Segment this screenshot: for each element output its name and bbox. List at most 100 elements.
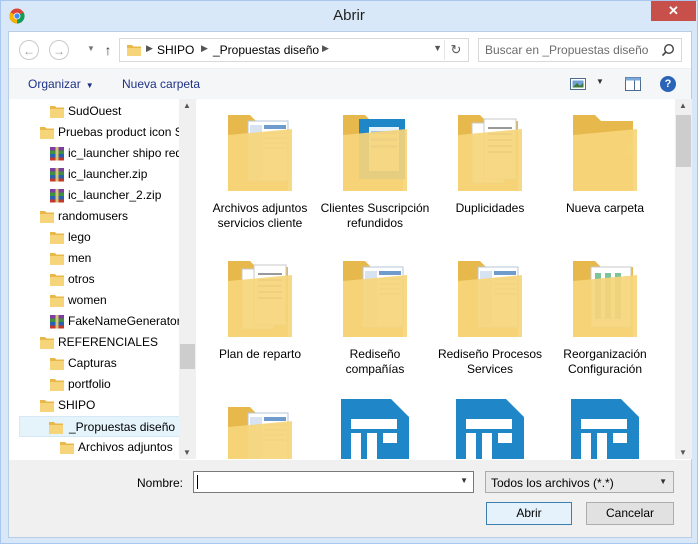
folder-icon: [454, 105, 526, 195]
file-item[interactable]: [320, 393, 430, 459]
title-bar[interactable]: Abrir ✕: [1, 1, 697, 31]
dialog-footer: Nombre: ▼ Todos los archivos (*.*) ▼ Abr…: [9, 460, 691, 537]
item-label: Plan de reparto: [218, 347, 302, 361]
tree-item[interactable]: FakeNameGenerator: [47, 311, 181, 332]
close-icon: ✕: [668, 3, 679, 18]
tree-item[interactable]: ic_launcher.zip: [47, 164, 179, 185]
tree-item[interactable]: randomusers: [37, 206, 179, 227]
file-list-scrollbar[interactable]: ▲ ▼: [675, 99, 692, 459]
chevron-down-icon: ▼: [85, 81, 94, 90]
navigation-bar: ← → ▼ ↑ ▶ SHIPO ▶ _Propuestas diseño ▶ ▼…: [9, 32, 691, 68]
folder-icon: [39, 209, 55, 224]
breadcrumb-separator-icon: ▶: [146, 43, 153, 53]
back-arrow-icon: ←: [23, 44, 35, 58]
new-folder-button[interactable]: Nueva carpeta: [122, 77, 200, 91]
file-name-combobox[interactable]: ▼: [193, 471, 474, 493]
item-label: Duplicidades: [455, 201, 525, 215]
preview-pane-icon[interactable]: [625, 76, 641, 92]
tree-scroll-thumb[interactable]: [180, 344, 195, 369]
close-button[interactable]: ✕: [651, 1, 696, 21]
tree-item[interactable]: _Propuestas diseño: [19, 416, 189, 437]
tree-item[interactable]: portfolio: [47, 374, 179, 395]
folder-icon: [569, 251, 641, 341]
scroll-up-icon[interactable]: ▲: [679, 101, 687, 110]
folder-icon: [49, 251, 65, 266]
folder-item[interactable]: Reorganización Configuración: [550, 247, 660, 382]
folder-icon: [339, 105, 411, 195]
tree-item[interactable]: Capturas: [47, 353, 179, 374]
breadcrumb-separator-icon: ▶: [201, 43, 208, 53]
search-box[interactable]: [478, 38, 682, 62]
folder-item[interactable]: Nueva carpeta: [550, 101, 660, 236]
folder-item[interactable]: Archivos adjuntos servicios cliente: [205, 101, 315, 236]
tree-item[interactable]: SudOuest: [47, 101, 179, 122]
folder-item[interactable]: Duplicidades: [435, 101, 545, 236]
tree-item[interactable]: Pruebas product icon S: [37, 122, 183, 143]
folder-icon: [224, 397, 296, 459]
chevron-down-icon[interactable]: ▼: [460, 476, 468, 485]
file-list[interactable]: Archivos adjuntos servicios cliente Clien…: [197, 99, 675, 459]
navigation-tree[interactable]: SudOuest Pruebas product icon S ic_launche…: [9, 99, 196, 459]
tree-item-label: ic_launcher_2.zip: [68, 188, 162, 202]
item-label: Nueva carpeta: [565, 201, 645, 215]
organize-menu[interactable]: Organizar ▼: [28, 77, 94, 91]
cancel-button[interactable]: Cancelar: [586, 502, 674, 525]
tree-item[interactable]: REFERENCIALES: [37, 332, 179, 353]
help-icon[interactable]: ?: [660, 76, 676, 92]
tree-scrollbar[interactable]: ▲ ▼: [179, 99, 196, 459]
tree-item-label: SudOuest: [68, 104, 122, 118]
address-bar[interactable]: ▶ SHIPO ▶ _Propuestas diseño ▶ ▼ ↻: [119, 38, 469, 62]
tree-item-label: Archivos adjuntos: [78, 440, 173, 454]
folder-item[interactable]: Rediseño Procesos Services: [435, 247, 545, 382]
folder-icon: [48, 420, 64, 435]
tree-item[interactable]: ic_launcher_2.zip: [47, 185, 179, 206]
folder-item[interactable]: Rediseño compañías: [320, 247, 430, 382]
tree-item[interactable]: SHIPO: [37, 395, 179, 416]
tree-item-label: Pruebas product icon S: [58, 125, 183, 139]
tree-item[interactable]: otros: [47, 269, 179, 290]
scroll-up-icon[interactable]: ▲: [183, 101, 191, 110]
scroll-down-icon[interactable]: ▼: [183, 448, 191, 457]
folder-icon: [454, 251, 526, 341]
open-button[interactable]: Abrir: [486, 502, 572, 525]
folder-icon: [224, 105, 296, 195]
back-button[interactable]: ←: [19, 40, 39, 60]
tree-item[interactable]: men: [47, 248, 179, 269]
folder-icon: [49, 272, 65, 287]
recent-locations-dropdown[interactable]: ▼: [87, 42, 97, 56]
scroll-down-icon[interactable]: ▼: [679, 448, 687, 457]
search-input[interactable]: [485, 43, 655, 57]
item-label: Rediseño compañías: [345, 347, 405, 376]
tree-item[interactable]: ic_launcher shipo redo: [47, 143, 189, 164]
file-name-input[interactable]: [198, 475, 448, 489]
file-item[interactable]: [550, 393, 660, 459]
chevron-down-icon: ▼: [659, 477, 667, 486]
file-thumbnail-icon: [569, 397, 641, 459]
file-list-scroll-thumb[interactable]: [676, 115, 691, 167]
breadcrumb-separator-icon: ▶: [322, 43, 329, 53]
item-label: Archivos adjuntos servicios cliente: [212, 201, 308, 230]
address-dropdown-icon[interactable]: ▼: [433, 43, 442, 53]
up-button[interactable]: ↑: [100, 40, 116, 60]
forward-button[interactable]: →: [49, 40, 69, 60]
file-item[interactable]: [435, 393, 545, 459]
folder-item[interactable]: Clientes Suscripción refundidos: [320, 101, 430, 236]
tree-item-label: _Propuestas diseño: [69, 420, 176, 434]
breadcrumb-item[interactable]: SHIPO: [157, 43, 194, 57]
tree-item-label: Capturas: [68, 356, 117, 370]
breadcrumb-item[interactable]: _Propuestas diseño: [213, 43, 319, 57]
view-dropdown-icon[interactable]: ▼: [596, 77, 604, 86]
tree-item[interactable]: lego: [47, 227, 179, 248]
folder-item[interactable]: [205, 393, 315, 459]
tree-item[interactable]: Archivos adjuntos: [57, 437, 179, 458]
folder-item[interactable]: Plan de reparto: [205, 247, 315, 382]
tree-item[interactable]: women: [47, 290, 179, 311]
item-label: Clientes Suscripción refundidos: [320, 201, 430, 230]
folder-icon: [569, 105, 641, 195]
folder-icon: [39, 335, 55, 350]
search-icon: [661, 43, 675, 57]
refresh-button[interactable]: ↻: [444, 40, 467, 60]
tree-item-label: FakeNameGenerator: [68, 314, 181, 328]
change-view-icon[interactable]: [570, 77, 586, 91]
file-type-select[interactable]: Todos los archivos (*.*) ▼: [485, 471, 674, 493]
